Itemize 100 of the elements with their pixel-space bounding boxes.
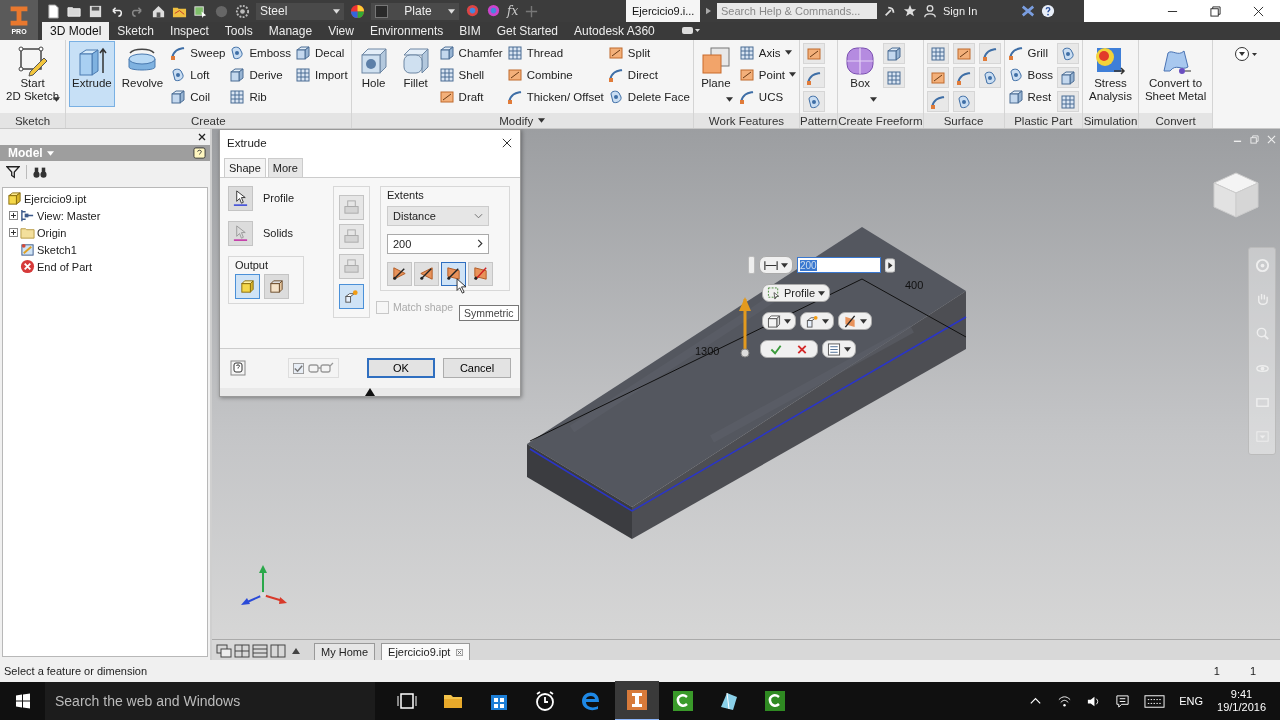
binoculars-icon[interactable] <box>33 165 47 179</box>
ribbon-tool-button[interactable]: Hole <box>354 41 393 107</box>
color-ball-icon[interactable] <box>486 3 501 19</box>
ribbon-icon-button[interactable] <box>883 67 906 88</box>
ribbon-tool-button[interactable]: Thread <box>506 43 604 62</box>
panel-title[interactable]: Plastic Part <box>1004 113 1083 128</box>
ribbon-tool-button[interactable]: Emboss <box>229 43 291 62</box>
ribbon-tool-button[interactable]: Derive <box>229 65 291 84</box>
ribbon-tool-button[interactable]: Direct <box>607 65 690 84</box>
document-tab[interactable]: Ejercicio9.ipt <box>381 643 471 660</box>
ribbon-icon-button[interactable] <box>1057 67 1080 88</box>
ribbon-icon-button[interactable] <box>883 43 906 64</box>
panel-title[interactable]: Create <box>66 113 351 128</box>
dialog-tab[interactable]: Shape <box>224 157 266 177</box>
select-icon[interactable] <box>193 3 208 19</box>
ribbon-icon-button[interactable] <box>803 67 826 88</box>
ribbon-icon-button[interactable] <box>1057 91 1080 112</box>
ribbon-tool-button[interactable]: Thicken/ Offset <box>506 87 604 106</box>
panel-toggle-icon[interactable] <box>680 26 701 36</box>
drag-handle[interactable] <box>748 256 755 274</box>
operation-dropdown[interactable] <box>800 312 834 330</box>
ribbon-tool-button[interactable]: Extrude <box>69 41 115 107</box>
ribbon-tool-button[interactable]: Point <box>738 65 797 84</box>
ribbon-tab[interactable]: BIM <box>451 22 489 40</box>
ribbon-tool-button[interactable]: Delete Face <box>607 87 690 106</box>
dropdown-icon[interactable] <box>1233 46 1260 62</box>
profile-button[interactable]: Profile <box>762 284 831 302</box>
tile-horizontal-icon[interactable] <box>252 644 268 658</box>
ribbon-icon-button[interactable] <box>1057 43 1080 64</box>
filter-icon[interactable] <box>6 165 20 179</box>
c-logo-icon[interactable] <box>671 689 695 713</box>
direction-arrow[interactable] <box>739 297 751 358</box>
expand-icon[interactable] <box>885 257 895 273</box>
tile-icon[interactable] <box>234 644 250 658</box>
c-logo-icon[interactable] <box>763 689 787 713</box>
options-dropdown[interactable] <box>822 340 856 358</box>
ribbon-tool-button[interactable]: Import <box>295 65 348 84</box>
solids-select-button[interactable] <box>228 220 253 246</box>
document-tab[interactable]: My Home <box>314 643 376 660</box>
clock[interactable]: 9:41 19/1/2016 <box>1217 688 1266 714</box>
ribbon-tool-button[interactable]: Start 2D Sketch <box>3 41 63 107</box>
close-icon[interactable] <box>1253 5 1264 17</box>
help-icon[interactable] <box>230 360 246 377</box>
panel-title[interactable]: Modify <box>351 113 693 128</box>
plus-icon[interactable] <box>524 3 540 19</box>
ribbon-icon-button[interactable] <box>952 43 975 64</box>
expand-icon[interactable] <box>9 228 18 237</box>
alarm-clock-icon[interactable] <box>533 689 557 713</box>
tile-vertical-icon[interactable] <box>270 644 286 658</box>
restore-icon[interactable] <box>1210 5 1221 17</box>
ribbon-tool-button[interactable]: Box <box>841 41 880 107</box>
ribbon-tab[interactable]: Tools <box>216 22 261 40</box>
direction-button[interactable] <box>414 261 439 286</box>
color-ball-icon[interactable] <box>465 3 480 19</box>
ribbon-tool-button[interactable]: Chamfer <box>438 43 503 62</box>
ribbon-icon-button[interactable] <box>926 91 949 112</box>
ribbon-tool-button[interactable]: Decal <box>295 43 348 62</box>
ribbon-tab[interactable]: 3D Model <box>42 22 110 40</box>
keyboard-icon[interactable] <box>1144 693 1166 709</box>
solid-output-button[interactable] <box>235 273 260 299</box>
ribbon-tab[interactable]: View <box>320 22 362 40</box>
profile-select-button[interactable] <box>228 185 253 211</box>
gear-icon[interactable] <box>235 3 250 19</box>
ribbon-tool-button[interactable]: Rest <box>1007 87 1054 106</box>
ribbon-tool-button[interactable]: Sweep <box>170 43 226 62</box>
dialog-tab[interactable]: More <box>267 157 303 177</box>
ribbon-tool-button[interactable]: Fillet <box>396 41 435 107</box>
close-icon[interactable] <box>502 137 512 148</box>
ribbon-tool-button[interactable]: Convert to Sheet Metal <box>1141 41 1210 107</box>
ribbon-icon-button[interactable] <box>803 91 826 112</box>
dimension-line[interactable] <box>861 278 967 338</box>
ribbon-icon-button[interactable] <box>952 67 975 88</box>
ribbon-tab[interactable]: Get Started <box>488 22 567 40</box>
ribbon-tool-button[interactable]: Coil <box>170 87 226 106</box>
direction-button[interactable] <box>441 261 466 286</box>
tree-item[interactable]: View: Master <box>37 209 101 222</box>
exchange-icon[interactable] <box>1021 4 1035 18</box>
ribbon-icon-button[interactable] <box>803 43 826 64</box>
ok-button[interactable]: OK <box>367 358 435 379</box>
windows-logo-icon[interactable] <box>15 693 31 709</box>
home-icon[interactable] <box>151 3 166 19</box>
new-file-icon[interactable] <box>46 3 61 19</box>
panel-title[interactable]: Convert <box>1138 113 1213 128</box>
tree-item[interactable]: Ejercicio9.ipt <box>24 192 87 205</box>
ribbon-icon-button[interactable] <box>926 67 949 88</box>
message-icon[interactable] <box>1115 693 1131 709</box>
ribbon-tool-button[interactable]: Shell <box>438 65 503 84</box>
tree-item[interactable]: Sketch1 <box>37 243 77 256</box>
dimension-type-button[interactable] <box>759 256 793 274</box>
sign-in-link[interactable]: Sign In <box>943 5 1015 17</box>
ribbon-icon-button[interactable] <box>926 43 949 64</box>
direction-dropdown[interactable] <box>838 312 872 330</box>
ribbon-tool-button[interactable]: Stress Analysis <box>1086 41 1135 107</box>
ribbon-icon-button[interactable] <box>978 67 1001 88</box>
cancel-button[interactable]: Cancel <box>443 358 511 379</box>
language-indicator[interactable]: ENG <box>1179 695 1204 707</box>
ribbon-tab[interactable]: Environments <box>361 22 452 40</box>
panel-title[interactable]: Surface <box>923 113 1004 128</box>
search-field[interactable]: Search Help & Commands... <box>717 3 877 19</box>
ribbon-tool-button[interactable]: Revolve <box>118 41 167 107</box>
